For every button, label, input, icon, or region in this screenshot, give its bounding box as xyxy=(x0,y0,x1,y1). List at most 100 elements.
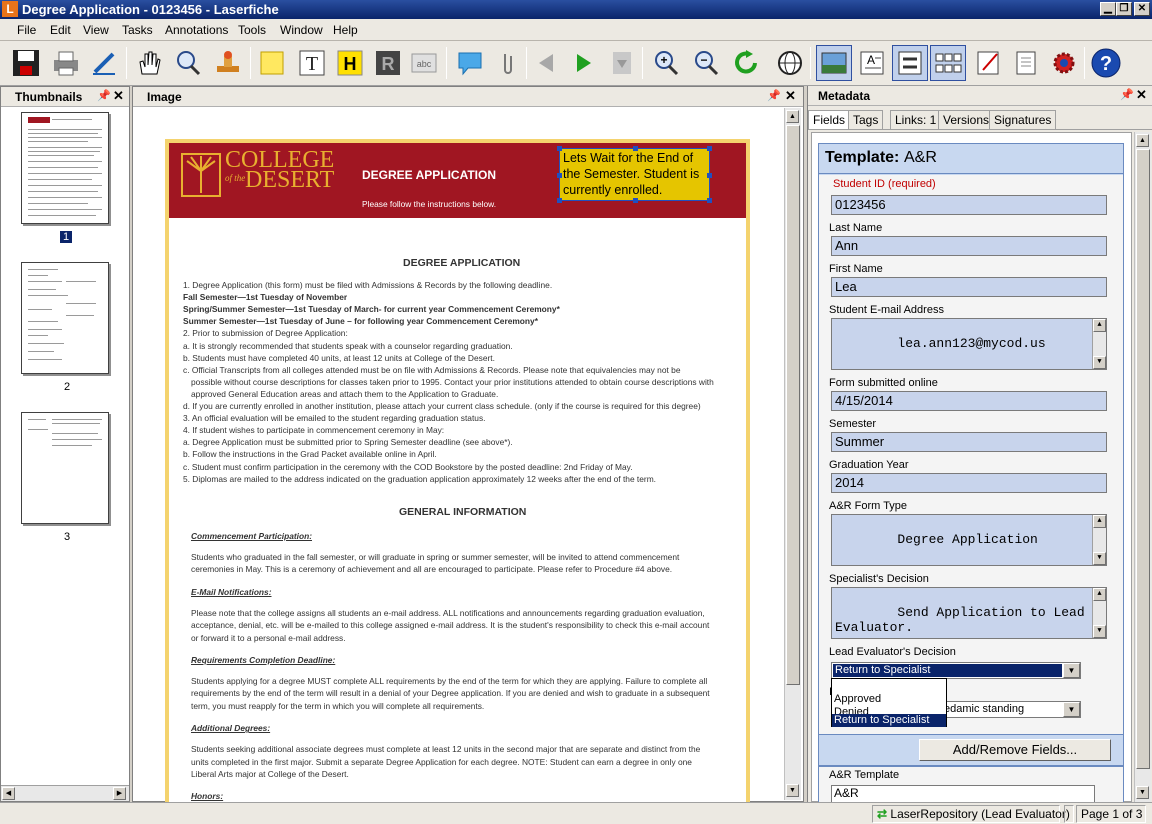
close-pane-icon[interactable]: ✕ xyxy=(113,88,124,104)
scroll-up-arrow[interactable]: ▲ xyxy=(786,110,799,123)
zoom-out-icon[interactable]: − xyxy=(688,45,724,81)
lead-decision-select[interactable]: Return to Specialist ▼ xyxy=(831,662,1081,679)
print-icon[interactable] xyxy=(48,45,84,81)
resize-handle[interactable] xyxy=(557,173,562,178)
first-name-field[interactable]: Lea xyxy=(831,277,1107,297)
hand-icon[interactable] xyxy=(130,45,166,81)
zoom-in-icon[interactable]: + xyxy=(648,45,684,81)
option-return-to-specialist[interactable]: Return to Specialist xyxy=(832,714,946,727)
highlight-icon[interactable]: H xyxy=(332,45,368,81)
scroll-up-arrow[interactable]: ▲ xyxy=(1093,588,1106,601)
scroll-right-arrow[interactable]: ▶ xyxy=(113,787,126,800)
sticky-note-icon[interactable] xyxy=(254,45,290,81)
pin-icon[interactable]: 📌 xyxy=(767,89,781,102)
help-icon[interactable]: ? xyxy=(1088,45,1124,81)
scroll-left-arrow[interactable]: ◀ xyxy=(2,787,15,800)
specialist-scrollbar[interactable]: ▲ ▼ xyxy=(1092,588,1106,638)
menu-file[interactable]: File xyxy=(17,23,36,37)
document-icon[interactable] xyxy=(1008,45,1044,81)
add-remove-fields-button[interactable]: Add/Remove Fields... xyxy=(919,739,1111,761)
scroll-down-arrow[interactable]: ▼ xyxy=(1093,552,1106,565)
resize-handle[interactable] xyxy=(707,173,712,178)
form-type-field[interactable]: Degree Application ▲ ▼ xyxy=(831,514,1107,566)
sticky-note-annotation[interactable]: Lets Wait for the End of the Semester. S… xyxy=(557,146,712,203)
text-view-icon[interactable]: A xyxy=(854,45,890,81)
restore-button[interactable]: ❐ xyxy=(1116,2,1132,16)
thumbnail-page-1[interactable] xyxy=(21,112,109,224)
menu-view[interactable]: View xyxy=(83,23,109,37)
thumbnail-page-2[interactable] xyxy=(21,262,109,374)
close-pane-icon[interactable]: ✕ xyxy=(1136,87,1147,103)
scroll-down-arrow[interactable]: ▼ xyxy=(1093,625,1106,638)
minimize-button[interactable]: ▁ xyxy=(1100,2,1116,16)
menu-window[interactable]: Window xyxy=(280,23,323,37)
resize-handle[interactable] xyxy=(633,146,638,151)
save-icon[interactable] xyxy=(8,45,44,81)
scroll-up-arrow[interactable]: ▲ xyxy=(1093,319,1106,332)
thumbnails-hscroll[interactable]: ◀ ▶ xyxy=(1,785,129,801)
metadata-vscroll[interactable]: ▲ ▼ xyxy=(1134,132,1151,802)
pin-icon[interactable]: 📌 xyxy=(97,89,111,102)
menu-annotations[interactable]: Annotations xyxy=(165,23,228,37)
globe-icon[interactable] xyxy=(772,45,808,81)
menu-edit[interactable]: Edit xyxy=(50,23,71,37)
thumbnail-view-icon[interactable] xyxy=(930,45,966,81)
page-down-icon[interactable] xyxy=(604,45,640,81)
refresh-icon[interactable] xyxy=(728,45,764,81)
menu-tools[interactable]: Tools xyxy=(238,23,266,37)
ocr-text-icon[interactable]: abc xyxy=(406,45,442,81)
email-field[interactable]: lea.ann123@mycod.us ▲ ▼ xyxy=(831,318,1107,370)
chevron-down-icon[interactable]: ▼ xyxy=(1063,702,1080,717)
form-type-scrollbar[interactable]: ▲ ▼ xyxy=(1092,515,1106,565)
semester-field[interactable]: Summer xyxy=(831,432,1107,452)
scroll-thumb[interactable] xyxy=(1136,149,1150,769)
previous-page-icon[interactable] xyxy=(528,45,564,81)
comment-icon[interactable] xyxy=(452,45,488,81)
redact-icon[interactable]: R xyxy=(370,45,406,81)
settings-icon[interactable] xyxy=(1046,45,1082,81)
stamp-icon[interactable] xyxy=(210,45,246,81)
pin-icon[interactable]: 📌 xyxy=(1120,88,1134,101)
edit-document-icon[interactable] xyxy=(970,45,1006,81)
scroll-down-arrow[interactable]: ▼ xyxy=(1093,356,1106,369)
tab-versions[interactable]: Versions xyxy=(938,110,995,129)
scroll-thumb[interactable] xyxy=(786,125,800,685)
resize-handle[interactable] xyxy=(557,198,562,203)
scroll-down-arrow[interactable]: ▼ xyxy=(1136,786,1149,799)
section-title: Requirements Completion Deadline: xyxy=(191,655,336,665)
semester-label: Semester xyxy=(829,418,877,430)
last-name-field[interactable]: Ann xyxy=(831,236,1107,256)
specialist-field[interactable]: Send Application to Lead Evaluator. ▲ ▼ xyxy=(831,587,1107,639)
image-vscroll[interactable]: ▲ ▼ xyxy=(784,108,801,800)
pen-icon[interactable] xyxy=(86,45,122,81)
resize-handle[interactable] xyxy=(633,198,638,203)
resize-handle[interactable] xyxy=(707,146,712,151)
tab-signatures[interactable]: Signatures xyxy=(989,110,1057,129)
attachment-icon[interactable] xyxy=(490,45,526,81)
student-id-field[interactable]: 0123456 xyxy=(831,195,1107,215)
menu-help[interactable]: Help xyxy=(333,23,358,37)
thumbnail-page-3[interactable] xyxy=(21,412,109,524)
zoom-select-icon[interactable] xyxy=(170,45,206,81)
tab-links[interactable]: Links: 1 xyxy=(890,110,942,129)
text-icon[interactable]: T xyxy=(294,45,330,81)
tab-tags[interactable]: Tags xyxy=(848,110,884,129)
chevron-down-icon[interactable]: ▼ xyxy=(1063,663,1080,678)
next-page-icon[interactable] xyxy=(566,45,602,81)
submitted-field[interactable]: 4/15/2014 xyxy=(831,391,1107,411)
image-view-icon[interactable] xyxy=(816,45,852,81)
resize-handle[interactable] xyxy=(707,198,712,203)
bottom-template-field[interactable]: A&R xyxy=(831,785,1095,803)
option-approved[interactable]: Approved xyxy=(834,693,881,705)
close-button[interactable]: ✕ xyxy=(1134,2,1150,16)
resize-handle[interactable] xyxy=(557,146,562,151)
scroll-down-arrow[interactable]: ▼ xyxy=(786,784,799,797)
grad-year-field[interactable]: 2014 xyxy=(831,473,1107,493)
scroll-up-arrow[interactable]: ▲ xyxy=(1093,515,1106,528)
close-pane-icon[interactable]: ✕ xyxy=(785,88,796,104)
menu-tasks[interactable]: Tasks xyxy=(122,23,153,37)
email-scrollbar[interactable]: ▲ ▼ xyxy=(1092,319,1106,369)
metadata-view-icon[interactable] xyxy=(892,45,928,81)
scroll-up-arrow[interactable]: ▲ xyxy=(1136,134,1149,147)
tab-fields[interactable]: Fields xyxy=(808,110,851,130)
